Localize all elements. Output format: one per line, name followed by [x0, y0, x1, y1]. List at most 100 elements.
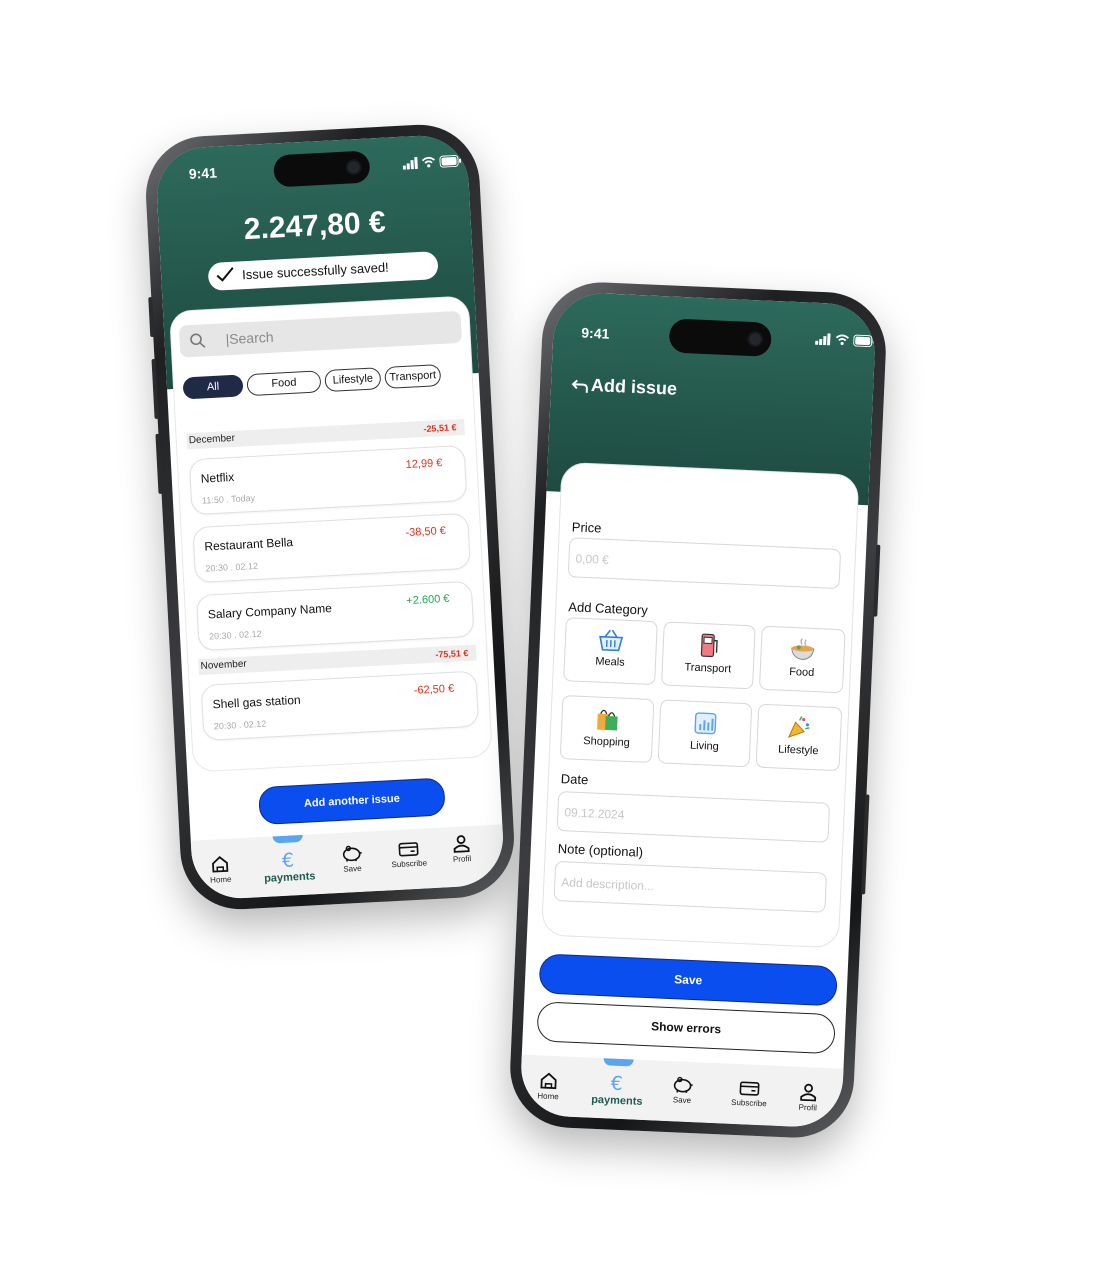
signal-icon [815, 333, 831, 346]
category-label-text: Shopping [583, 735, 631, 750]
transaction-meta: 20:30 . 02.12 [213, 718, 267, 732]
price-input[interactable]: 0,00 € [567, 537, 842, 590]
search-input[interactable]: |Search [225, 329, 274, 347]
side-button [861, 794, 870, 895]
date-placeholder: 09.12.2024 [564, 805, 625, 822]
tab-label: Subscribe [391, 858, 428, 870]
price-label: Price [571, 519, 602, 536]
transaction-card[interactable]: Netflix 11:50 . Today 12,99 € [188, 444, 468, 516]
category-transport[interactable]: Transport [661, 621, 756, 690]
transaction-card[interactable]: Restaurant Bella 20:30 . 02.12 -38,50 € [192, 512, 471, 584]
search-bar[interactable]: |Search [178, 310, 463, 358]
tab-label: Save [343, 863, 362, 874]
tab-home[interactable]: Home [200, 854, 241, 885]
tab-profile[interactable]: Profil [788, 1082, 829, 1113]
category-label: Add Category [568, 599, 649, 618]
tab-bar: Home € payments Save Subscribe Profil [519, 1054, 844, 1129]
tab-label: Subscribe [730, 1097, 767, 1109]
svg-text:€: € [610, 1073, 623, 1094]
date-label: Date [560, 771, 589, 788]
wifi-icon [835, 334, 849, 346]
category-lifestyle[interactable]: Lifestyle [755, 703, 843, 772]
toast-text: Issue successfully saved! [241, 259, 390, 283]
category-label-text: Living [689, 739, 720, 753]
transaction-name: Shell gas station [212, 692, 301, 712]
piggy-bank-icon [342, 845, 362, 862]
home-icon [540, 1072, 557, 1090]
bowl-icon [791, 638, 815, 661]
transaction-name: Netflix [200, 469, 235, 486]
fuel-pump-icon [700, 633, 718, 658]
screen: 9:41 2.247,80 € Issue successfully saved… [154, 133, 506, 901]
save-button[interactable]: Save [538, 953, 838, 1007]
tab-payments[interactable]: € payments [582, 1071, 653, 1108]
profile-icon [453, 835, 470, 853]
category-living[interactable]: Living [657, 699, 753, 768]
transaction-meta: 20:30 . 02.12 [208, 628, 262, 642]
note-input[interactable]: Add description... [553, 860, 828, 913]
category-label-text: Lifestyle [777, 743, 819, 758]
side-button [873, 544, 881, 617]
category-shopping[interactable]: Shopping [559, 695, 655, 764]
show-errors-button[interactable]: Show errors [536, 1001, 836, 1055]
screen: 9:41 Add issue Price 0,00 € Add Category… [519, 291, 877, 1129]
tab-label: payments [590, 1093, 643, 1108]
dynamic-island [668, 318, 772, 357]
tab-save[interactable]: Save [662, 1075, 703, 1106]
tab-save[interactable]: Save [331, 843, 372, 874]
card-icon [739, 1081, 760, 1096]
tab-label: Profil [452, 854, 472, 865]
tab-label: Home [209, 874, 232, 885]
section-total: -75,51 € [435, 647, 469, 660]
side-button [148, 297, 155, 338]
transaction-name: Restaurant Bella [204, 534, 294, 554]
euro-icon: € [281, 849, 294, 870]
tab-subscribe[interactable]: Subscribe [383, 840, 434, 870]
note-placeholder: Add description... [561, 875, 655, 894]
filter-chip-all[interactable]: All [182, 374, 244, 400]
content-panel: |Search All Food Lifestyle Transport Dec… [169, 295, 493, 773]
home-icon [212, 856, 229, 873]
search-icon [190, 333, 206, 348]
filter-chip-lifestyle[interactable]: Lifestyle [324, 367, 382, 393]
note-label: Note (optional) [557, 841, 644, 860]
add-another-issue-button[interactable]: Add another issue [258, 777, 446, 826]
category-food[interactable]: Food [758, 625, 846, 694]
transaction-amount: -38,50 € [405, 524, 447, 540]
battery-icon [439, 154, 462, 168]
form-panel: Price 0,00 € Add Category Meals Transpor… [541, 461, 860, 949]
dynamic-island [273, 150, 371, 188]
tab-bar: Home € payments Save Subscribe Profil [190, 824, 506, 901]
active-tab-indicator [272, 834, 303, 844]
building-icon [694, 712, 717, 735]
filter-chip-food[interactable]: Food [246, 370, 322, 397]
phone-left: 9:41 2.247,80 € Issue successfully saved… [142, 121, 518, 913]
status-time: 9:41 [581, 324, 610, 342]
filter-chip-transport[interactable]: Transport [384, 364, 442, 389]
transaction-amount: +2.600 € [406, 592, 450, 608]
tab-label: Home [537, 1091, 559, 1102]
category-label-text: Food [788, 665, 815, 680]
section-month: November [200, 658, 248, 672]
transaction-card[interactable]: Salary Company Name 20:30 . 02.12 +2.600… [195, 580, 475, 652]
transaction-card[interactable]: Shell gas station 20:30 . 02.12 -62,50 € [200, 670, 480, 741]
tab-home[interactable]: Home [528, 1071, 569, 1102]
party-popper-icon [787, 716, 810, 738]
piggy-bank-icon [673, 1076, 693, 1093]
transaction-meta: 20:30 . 02.12 [205, 560, 259, 574]
tab-subscribe[interactable]: Subscribe [724, 1080, 775, 1109]
transaction-meta: 11:50 . Today [201, 492, 256, 506]
card-icon [398, 842, 419, 857]
tab-payments[interactable]: € payments [253, 848, 325, 886]
tab-profile[interactable]: Profil [441, 834, 482, 865]
date-input[interactable]: 09.12.2024 [556, 790, 831, 843]
checkmark-icon [216, 267, 234, 282]
tab-label: Save [672, 1095, 692, 1106]
wifi-icon [421, 156, 436, 168]
side-button [155, 433, 163, 494]
category-meals[interactable]: Meals [563, 617, 658, 686]
euro-icon: € [610, 1073, 623, 1094]
tab-label: Profil [798, 1102, 818, 1113]
profile-icon [800, 1083, 817, 1102]
phone-right: 9:41 Add issue Price 0,00 € Add Category… [507, 279, 889, 1141]
